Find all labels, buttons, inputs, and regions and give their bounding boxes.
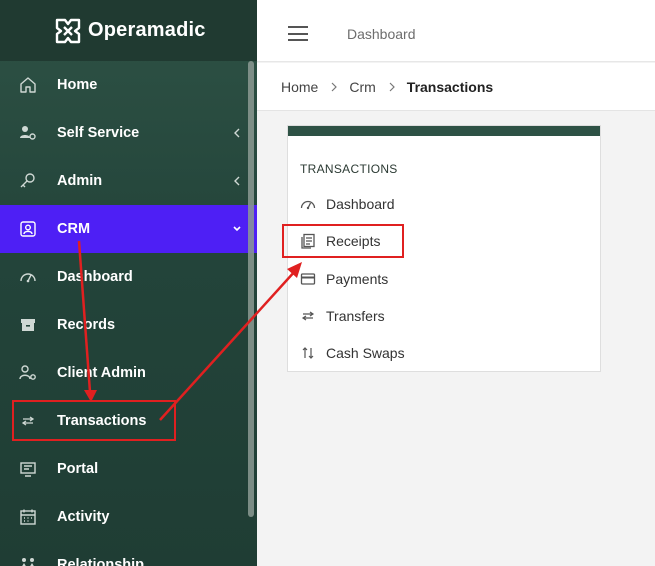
card-item-payments[interactable]: Payments [300, 267, 388, 291]
app-window: Operamadic Home Self Service Admin CRM D… [0, 0, 655, 566]
sidebar-item-relationship[interactable]: Relationship [0, 541, 257, 566]
gauge-icon [20, 273, 36, 283]
page-title: Dashboard [347, 26, 416, 42]
monitor-icon [20, 462, 36, 477]
sidebar-menu: Home Self Service Admin CRM Dashboard Re… [0, 61, 257, 566]
sidebar-item-label: CRM [57, 221, 91, 237]
topbar: Dashboard [257, 6, 655, 62]
brand-name: Operamadic [88, 19, 206, 41]
key-icon [20, 173, 35, 188]
sidebar-item-label: Relationship [57, 557, 145, 566]
sidebar-item-label: Portal [57, 461, 99, 477]
chevron-left-icon [234, 176, 240, 186]
contact-card-icon [20, 221, 36, 237]
sidebar-item-activity[interactable]: Activity [0, 493, 257, 541]
sidebar-item-crm[interactable]: CRM [0, 205, 257, 253]
sidebar-item-label: Self Service [57, 125, 140, 141]
people-icon [22, 558, 34, 566]
sidebar-item-home[interactable]: Home [0, 61, 257, 109]
chevron-left-icon [234, 128, 240, 138]
sidebar-item-label: Client Admin [57, 365, 146, 381]
card-title: TRANSACTIONS [300, 162, 398, 176]
sidebar-item-dashboard[interactable]: Dashboard [0, 253, 257, 301]
calendar-icon [20, 509, 36, 525]
sidebar: Operamadic Home Self Service Admin CRM D… [0, 0, 257, 566]
logo-icon [55, 18, 81, 43]
arrows-left-right-icon [301, 311, 315, 321]
chevron-right-icon [331, 82, 338, 91]
credit-card-icon [300, 273, 316, 285]
card-item-label: Transfers [326, 308, 385, 324]
sidebar-item-client-admin[interactable]: Client Admin [0, 349, 257, 397]
sidebar-item-label: Dashboard [57, 269, 133, 285]
sidebar-item-label: Admin [57, 173, 103, 189]
brand[interactable]: Operamadic [0, 0, 257, 61]
user-gear-icon [20, 126, 36, 140]
sidebar-item-label: Home [57, 77, 98, 93]
breadcrumb-current: Transactions [406, 78, 494, 95]
highlight-receipts-box [282, 224, 404, 258]
breadcrumb-crm[interactable]: Crm [349, 79, 375, 95]
card-item-transfers[interactable]: Transfers [300, 304, 385, 328]
sidebar-item-self-service[interactable]: Self Service [0, 109, 257, 157]
card-item-label: Cash Swaps [326, 345, 405, 361]
user-settings-icon [19, 365, 36, 380]
chevron-right-icon [389, 82, 395, 91]
archive-icon [21, 319, 35, 331]
home-icon [20, 77, 36, 93]
chevron-down-icon [233, 226, 241, 232]
breadcrumb: Home Crm Transactions [257, 63, 655, 111]
card-item-cash-swaps[interactable]: Cash Swaps [300, 341, 405, 365]
card-item-label: Payments [326, 271, 389, 287]
sidebar-item-records[interactable]: Records [0, 301, 257, 349]
sidebar-item-label: Activity [57, 509, 110, 525]
card-item-dashboard[interactable]: Dashboard [300, 192, 395, 216]
gauge-icon [300, 200, 316, 210]
card-item-label: Dashboard [326, 196, 395, 212]
menu-icon[interactable] [288, 26, 308, 41]
sidebar-scrollbar[interactable] [248, 61, 254, 517]
sidebar-item-portal[interactable]: Portal [0, 445, 257, 493]
sidebar-item-admin[interactable]: Admin [0, 157, 257, 205]
arrows-up-down-icon [302, 347, 314, 359]
breadcrumb-home[interactable]: Home [281, 79, 318, 95]
card-accent [288, 126, 600, 136]
sidebar-item-label: Records [57, 317, 116, 333]
highlight-transactions-box [12, 400, 176, 441]
